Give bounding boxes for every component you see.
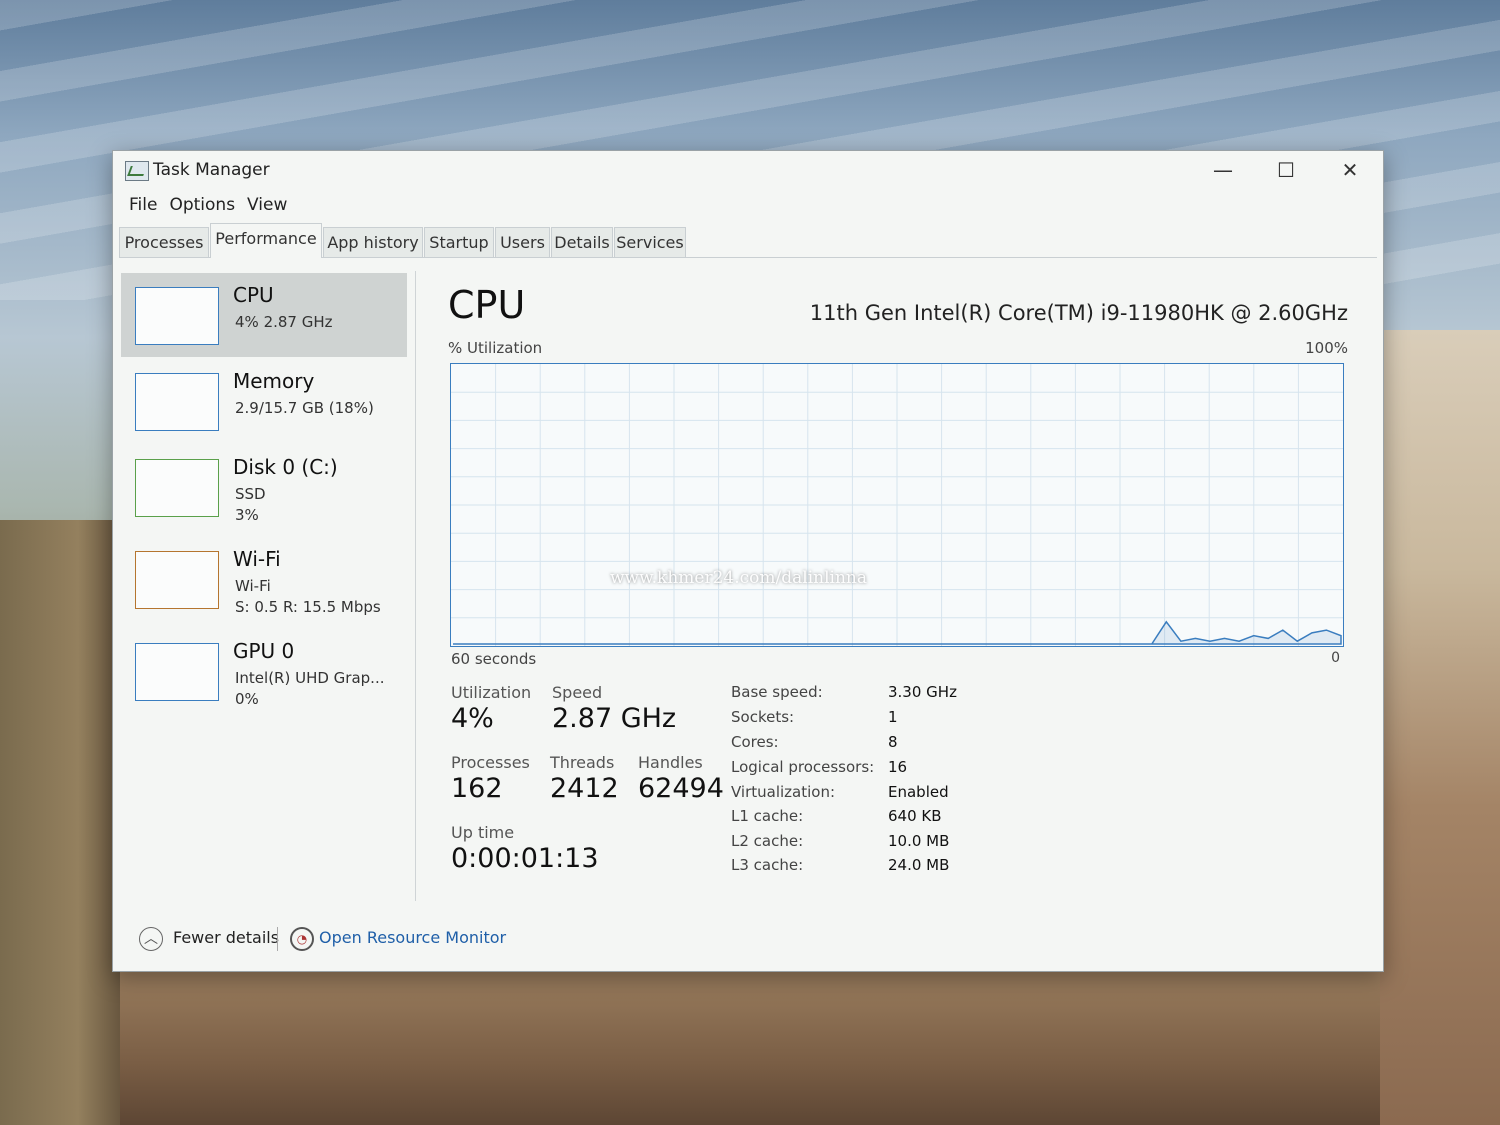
spec-value: 8 (888, 733, 898, 751)
menu-view[interactable]: View (241, 191, 293, 219)
sidebar-item-memory[interactable]: Memory 2.9/15.7 GB (18%) (121, 359, 407, 443)
tab-strip: Processes Performance App history Startu… (119, 223, 1377, 258)
graph-max-label: 100% (1305, 339, 1348, 357)
sidebar-item-detail: S: 0.5 R: 15.5 Mbps (235, 598, 381, 616)
handles-value: 62494 (638, 773, 724, 804)
sidebar-item-label: CPU (233, 283, 274, 307)
footer-bar: ︿ Fewer details ◔ Open Resource Monitor (113, 919, 1383, 959)
spec-value: Enabled (888, 783, 949, 801)
processes-value: 162 (451, 773, 503, 804)
threads-value: 2412 (550, 773, 619, 804)
cpu-thumbnail-graph (135, 287, 219, 345)
minimize-button[interactable]: — (1193, 155, 1253, 185)
sidebar-item-label: GPU 0 (233, 639, 295, 663)
spec-key: Cores: (731, 733, 779, 751)
chevron-up-icon[interactable]: ︿ (139, 927, 163, 951)
menu-options[interactable]: Options (163, 191, 241, 219)
graph-min-label: 0 (1331, 650, 1340, 666)
tab-app-history[interactable]: App history (323, 227, 423, 257)
spec-value: 640 KB (888, 807, 942, 825)
speed-label: Speed (552, 683, 603, 702)
footer-separator (277, 927, 278, 951)
spec-value: 10.0 MB (888, 832, 950, 850)
sidebar-item-label: Wi-Fi (233, 547, 281, 571)
graph-label: % Utilization (448, 339, 543, 357)
handles-label: Handles (638, 753, 703, 772)
open-resource-monitor-link[interactable]: Open Resource Monitor (319, 928, 506, 947)
speed-value: 2.87 GHz (552, 703, 677, 734)
spec-key: L3 cache: (731, 856, 804, 874)
page-title: CPU (448, 283, 526, 327)
tab-processes[interactable]: Processes (119, 227, 209, 257)
spec-key: L1 cache: (731, 807, 804, 825)
title-bar[interactable]: Task Manager — ☐ ✕ (113, 151, 1383, 189)
sidebar-item-cpu[interactable]: CPU 4% 2.87 GHz (121, 273, 407, 357)
cpu-detail-panel: CPU 11th Gen Intel(R) Core(TM) i9-11980H… (448, 271, 1348, 911)
sidebar-item-label: Disk 0 (C:) (233, 455, 338, 479)
graph-time-window: 60 seconds (451, 650, 537, 668)
spec-value: 24.0 MB (888, 856, 950, 874)
resource-monitor-icon[interactable]: ◔ (290, 927, 314, 951)
wifi-thumbnail-graph (135, 551, 219, 609)
task-manager-window: Task Manager — ☐ ✕ File Options View Proce… (112, 150, 1384, 972)
sidebar-item-detail: 0% (235, 690, 259, 708)
spec-key: Logical processors: (731, 758, 875, 776)
gpu-thumbnail-graph (135, 643, 219, 701)
sidebar-item-detail: SSD (235, 485, 266, 503)
cpu-utilization-graph (450, 363, 1344, 647)
spec-key: Sockets: (731, 708, 795, 726)
sidebar-item-detail: 3% (235, 506, 259, 524)
processes-label: Processes (451, 753, 530, 772)
utilization-value: 4% (451, 703, 494, 734)
tab-startup[interactable]: Startup (424, 227, 494, 257)
desktop-wallpaper-town (1375, 330, 1500, 1125)
threads-label: Threads (550, 753, 615, 772)
resource-sidebar: CPU 4% 2.87 GHz Memory 2.9/15.7 GB (18%)… (121, 271, 411, 911)
spec-key: L2 cache: (731, 832, 804, 850)
spec-value: 16 (888, 758, 908, 776)
tab-users[interactable]: Users (495, 227, 550, 257)
watermark-text: www.khmer24.com/dalinlinna (610, 568, 867, 588)
graph-grid (451, 364, 1343, 646)
sidebar-item-disk[interactable]: Disk 0 (C:) SSD 3% (121, 445, 407, 535)
spec-key: Base speed: (731, 683, 823, 701)
spec-key: Virtualization: (731, 783, 836, 801)
sidebar-item-detail: Intel(R) UHD Grap... (235, 669, 385, 687)
menu-bar: File Options View (113, 191, 1383, 221)
sidebar-divider (415, 271, 416, 901)
spec-value: 3.30 GHz (888, 683, 957, 701)
uptime-label: Up time (451, 823, 515, 842)
sidebar-item-detail: 2.9/15.7 GB (18%) (235, 399, 374, 417)
tab-details[interactable]: Details (551, 227, 613, 257)
sidebar-item-gpu[interactable]: GPU 0 Intel(R) UHD Grap... 0% (121, 629, 407, 719)
tab-performance[interactable]: Performance (210, 223, 322, 258)
sidebar-item-label: Memory (233, 369, 315, 393)
disk-thumbnail-graph (135, 459, 219, 517)
menu-file[interactable]: File (123, 191, 163, 219)
desktop-wallpaper-cliff (0, 520, 130, 1125)
tab-services[interactable]: Services (614, 227, 686, 257)
close-button[interactable]: ✕ (1320, 155, 1380, 185)
sidebar-item-detail: 4% 2.87 GHz (235, 313, 333, 331)
cpu-model-name: 11th Gen Intel(R) Core(TM) i9-11980HK @ … (809, 301, 1348, 325)
desktop-wallpaper-ground (120, 970, 1380, 1125)
spec-value: 1 (888, 708, 898, 726)
fewer-details-button[interactable]: Fewer details (173, 928, 279, 947)
task-manager-icon (125, 161, 149, 181)
uptime-value: 0:00:01:13 (451, 843, 599, 874)
cpu-utilization-chart (451, 364, 1343, 646)
window-title: Task Manager (153, 160, 270, 180)
utilization-label: Utilization (451, 683, 532, 702)
memory-thumbnail-graph (135, 373, 219, 431)
sidebar-item-wifi[interactable]: Wi-Fi Wi-Fi S: 0.5 R: 15.5 Mbps (121, 537, 407, 627)
sidebar-item-detail: Wi-Fi (235, 577, 271, 595)
maximize-button[interactable]: ☐ (1256, 155, 1316, 185)
